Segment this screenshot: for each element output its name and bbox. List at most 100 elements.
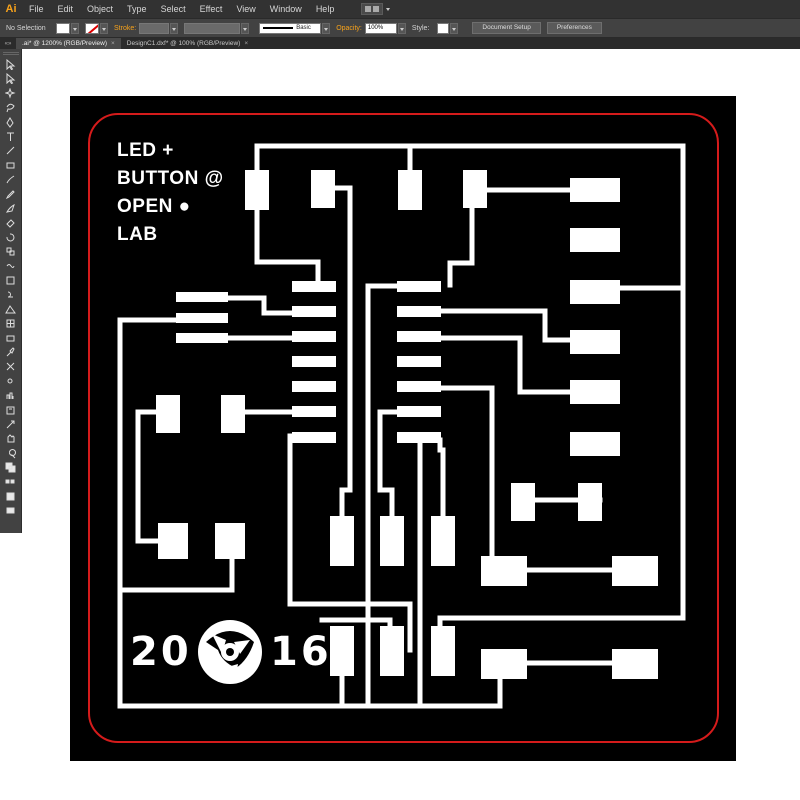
graphic-style-dropdown-icon[interactable]	[450, 22, 459, 34]
lasso-icon	[6, 103, 15, 113]
opacity-label[interactable]: Opacity:	[330, 25, 362, 32]
close-icon[interactable]: ×	[111, 40, 115, 47]
brush-style-label: Basic	[296, 25, 311, 31]
menu-edit[interactable]: Edit	[51, 0, 81, 18]
fill-swatch[interactable]	[56, 22, 70, 34]
selection-tool-icon[interactable]	[5, 59, 16, 70]
variable-width-field[interactable]	[184, 22, 241, 34]
type-tool-icon[interactable]	[5, 131, 16, 142]
gradient-tool-icon[interactable]	[5, 333, 16, 344]
free-transform-icon[interactable]	[5, 275, 16, 286]
blob-brush-icon	[5, 204, 15, 213]
color-mode-icon[interactable]	[5, 477, 16, 488]
type-tool-icon	[7, 132, 14, 141]
blob-brush-icon[interactable]	[5, 203, 16, 214]
blend-tool-icon	[6, 363, 15, 371]
direct-selection-tool-icon	[6, 73, 16, 85]
pcb-title-line: OPEN ●	[117, 196, 191, 217]
arrange-documents-icon[interactable]	[361, 3, 384, 15]
slice-tool-icon[interactable]	[5, 419, 16, 430]
fill-dropdown-icon[interactable]	[71, 22, 79, 34]
year-left-text: 20	[130, 629, 192, 675]
scale-tool-icon[interactable]	[5, 246, 16, 257]
shape-builder-icon	[7, 291, 13, 298]
tab-scroll-icon[interactable]: «»	[0, 41, 16, 47]
selection-tool-icon	[6, 59, 16, 70]
screen-mode-icon[interactable]	[5, 505, 16, 516]
menu-effect[interactable]: Effect	[193, 0, 230, 18]
line-tool-icon[interactable]	[5, 145, 16, 156]
magic-wand-icon	[5, 87, 16, 99]
direct-selection-tool-icon[interactable]	[5, 73, 16, 85]
hand-tool-icon	[7, 434, 15, 443]
menu-view[interactable]: View	[229, 0, 262, 18]
graphic-style-swatch[interactable]	[437, 22, 450, 34]
fill-stroke-icon[interactable]	[5, 462, 16, 473]
perspective-grid-icon[interactable]	[5, 304, 16, 315]
stroke-weight-field[interactable]	[139, 22, 170, 34]
tab-label: .ai* @ 1200% (RGB/Preview)	[22, 40, 107, 47]
symbol-sprayer-icon[interactable]	[5, 376, 16, 387]
artboard-tool-icon	[6, 406, 15, 415]
eyedropper-icon	[6, 347, 15, 357]
zoom-tool-icon[interactable]	[5, 448, 16, 459]
stroke-dropdown-icon[interactable]	[100, 22, 108, 34]
artboard-tool-icon[interactable]	[5, 405, 16, 416]
tab-label: DesignC1.dxf* @ 100% (RGB/Preview)	[126, 40, 241, 47]
hand-tool-icon[interactable]	[5, 433, 16, 444]
opacity-field[interactable]: 100%	[364, 22, 397, 34]
illustrator-window: Ai File Edit Object Type Select Effect V…	[0, 0, 800, 800]
brush-line-icon	[263, 27, 294, 29]
paintbrush-icon	[6, 175, 15, 184]
menu-type[interactable]: Type	[120, 0, 154, 18]
gradient-tool-icon	[6, 335, 15, 342]
blend-tool-icon[interactable]	[5, 361, 16, 372]
menu-object[interactable]: Object	[80, 0, 120, 18]
year-right-text: 16	[270, 629, 332, 675]
stroke-swatch[interactable]	[85, 22, 99, 34]
opacity-dropdown-icon[interactable]	[397, 22, 406, 34]
slice-tool-icon	[6, 420, 15, 429]
fill-stroke-icon	[5, 462, 16, 473]
stroke-weight-dropdown-icon[interactable]	[170, 22, 179, 34]
draw-mode-icon[interactable]	[5, 491, 16, 502]
panel-grip-icon[interactable]	[3, 52, 19, 55]
eraser-icon[interactable]	[5, 217, 16, 229]
close-icon[interactable]: ×	[244, 40, 248, 47]
pen-tool-icon	[6, 116, 14, 128]
rotate-tool-icon[interactable]	[5, 232, 16, 243]
stroke-label[interactable]: Stroke:	[108, 25, 136, 32]
document-setup-button[interactable]: Document Setup	[472, 22, 541, 34]
menu-help[interactable]: Help	[309, 0, 342, 18]
tab-designc1[interactable]: DesignC1.dxf* @ 100% (RGB/Preview) ×	[121, 38, 254, 49]
pencil-icon[interactable]	[5, 189, 16, 200]
magic-wand-icon[interactable]	[5, 87, 16, 99]
perspective-grid-icon	[5, 304, 16, 314]
line-tool-icon	[6, 147, 15, 155]
lasso-icon[interactable]	[5, 102, 16, 113]
pencil-icon	[5, 189, 15, 199]
tab-current-document[interactable]: .ai* @ 1200% (RGB/Preview) ×	[16, 38, 121, 49]
pcb-title-line: LAB	[117, 224, 158, 245]
warp-tool-icon[interactable]	[5, 261, 16, 272]
color-mode-icon	[5, 479, 15, 484]
pen-tool-icon[interactable]	[5, 116, 16, 128]
app-logo: Ai	[5, 3, 17, 15]
shape-builder-icon[interactable]	[5, 289, 16, 300]
preferences-button[interactable]: Preferences	[546, 22, 602, 34]
menu-select[interactable]: Select	[154, 0, 193, 18]
brush-dropdown-icon[interactable]	[322, 22, 331, 34]
paintbrush-icon[interactable]	[5, 174, 16, 185]
selection-status: No Selection	[6, 24, 46, 32]
eyedropper-icon[interactable]	[5, 347, 16, 358]
variable-width-dropdown-icon[interactable]	[241, 22, 250, 34]
menu-file[interactable]: File	[22, 0, 51, 18]
mesh-tool-icon[interactable]	[5, 318, 16, 329]
brush-definition-field[interactable]: Basic	[259, 22, 322, 34]
rotate-tool-icon	[6, 233, 15, 242]
control-bar: No Selection Stroke: Basic Opacity: 100%…	[0, 18, 800, 38]
column-graph-icon[interactable]	[5, 390, 16, 401]
arrange-dropdown-icon[interactable]	[385, 3, 394, 15]
menu-window[interactable]: Window	[263, 0, 309, 18]
rectangle-tool-icon[interactable]	[5, 160, 16, 171]
